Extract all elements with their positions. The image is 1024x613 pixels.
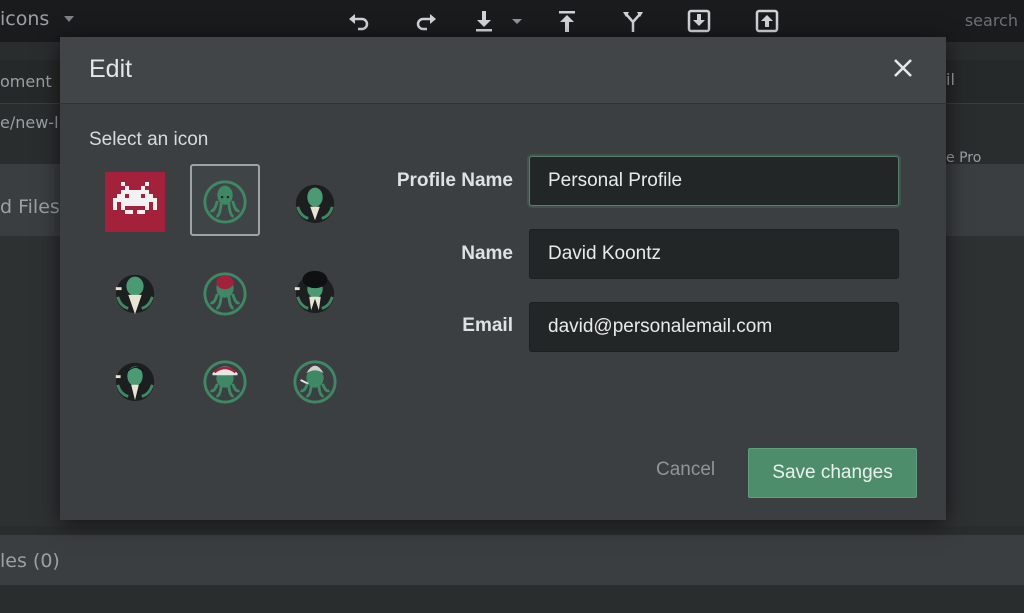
kraken-bearded-icon <box>115 274 155 315</box>
icon-option-kraken-beaked[interactable] <box>280 166 350 238</box>
kraken-hat-icon <box>203 360 247 404</box>
name-label: Name <box>461 243 513 264</box>
repo-dropdown-caret-icon[interactable] <box>64 16 74 22</box>
kraken-red-hair-icon <box>203 272 247 316</box>
pull-icon[interactable] <box>469 6 499 36</box>
kraken-punk-icon <box>115 362 155 402</box>
staged-files-label: d Files <box>0 196 60 218</box>
profile-name-input[interactable] <box>529 156 899 206</box>
top-toolbar: icons search <box>0 0 1024 42</box>
edit-profile-modal: Edit Select an icon Profile Name Persona… <box>60 37 946 520</box>
unstaged-files-label: les (0) <box>0 550 60 572</box>
repo-title[interactable]: icons <box>0 8 49 30</box>
push-icon[interactable] <box>552 6 582 36</box>
email-input[interactable] <box>529 302 899 352</box>
modal-title: Edit <box>89 55 133 83</box>
kraken-beaked-icon <box>295 184 335 224</box>
kraken-mohawk-icon <box>293 360 337 404</box>
branch-label: e/new-l <box>0 113 59 132</box>
modal-header: Edit <box>60 37 946 104</box>
select-icon-label: Select an icon <box>89 129 209 150</box>
icon-option-kraken-hat[interactable] <box>190 344 260 416</box>
kraken-green-icon <box>203 180 247 224</box>
search-field[interactable]: search <box>965 11 1018 30</box>
icon-option-space-invader[interactable] <box>100 166 170 238</box>
undo-icon[interactable] <box>344 6 374 36</box>
branch-icon[interactable] <box>618 6 648 36</box>
icon-option-kraken-afro[interactable] <box>280 256 350 328</box>
icon-option-kraken-mohawk[interactable] <box>280 344 350 416</box>
icon-option-kraken-bearded[interactable] <box>100 256 170 328</box>
icon-grid <box>92 164 362 414</box>
pull-dropdown-icon[interactable] <box>510 6 524 36</box>
name-input[interactable] <box>529 229 899 279</box>
kraken-afro-icon <box>294 270 335 314</box>
close-icon[interactable] <box>892 57 914 79</box>
redo-icon[interactable] <box>411 6 441 36</box>
stash-icon[interactable] <box>684 6 714 36</box>
profile-name-label: Profile Name <box>396 170 513 191</box>
save-changes-button[interactable]: Save changes <box>748 448 917 498</box>
cancel-button[interactable]: Cancel <box>656 459 715 481</box>
icon-option-kraken-punk[interactable] <box>100 344 170 416</box>
icon-option-kraken-green[interactable] <box>190 164 260 236</box>
email-label: Email <box>462 315 513 336</box>
column-header-comment: oment <box>0 72 52 91</box>
unstaged-files-header: les (0) <box>0 535 1024 585</box>
pop-icon[interactable] <box>752 6 782 36</box>
right-panel-label: il <box>946 70 955 89</box>
icon-option-kraken-red-hair[interactable] <box>190 256 260 328</box>
space-invader-icon <box>105 172 165 232</box>
